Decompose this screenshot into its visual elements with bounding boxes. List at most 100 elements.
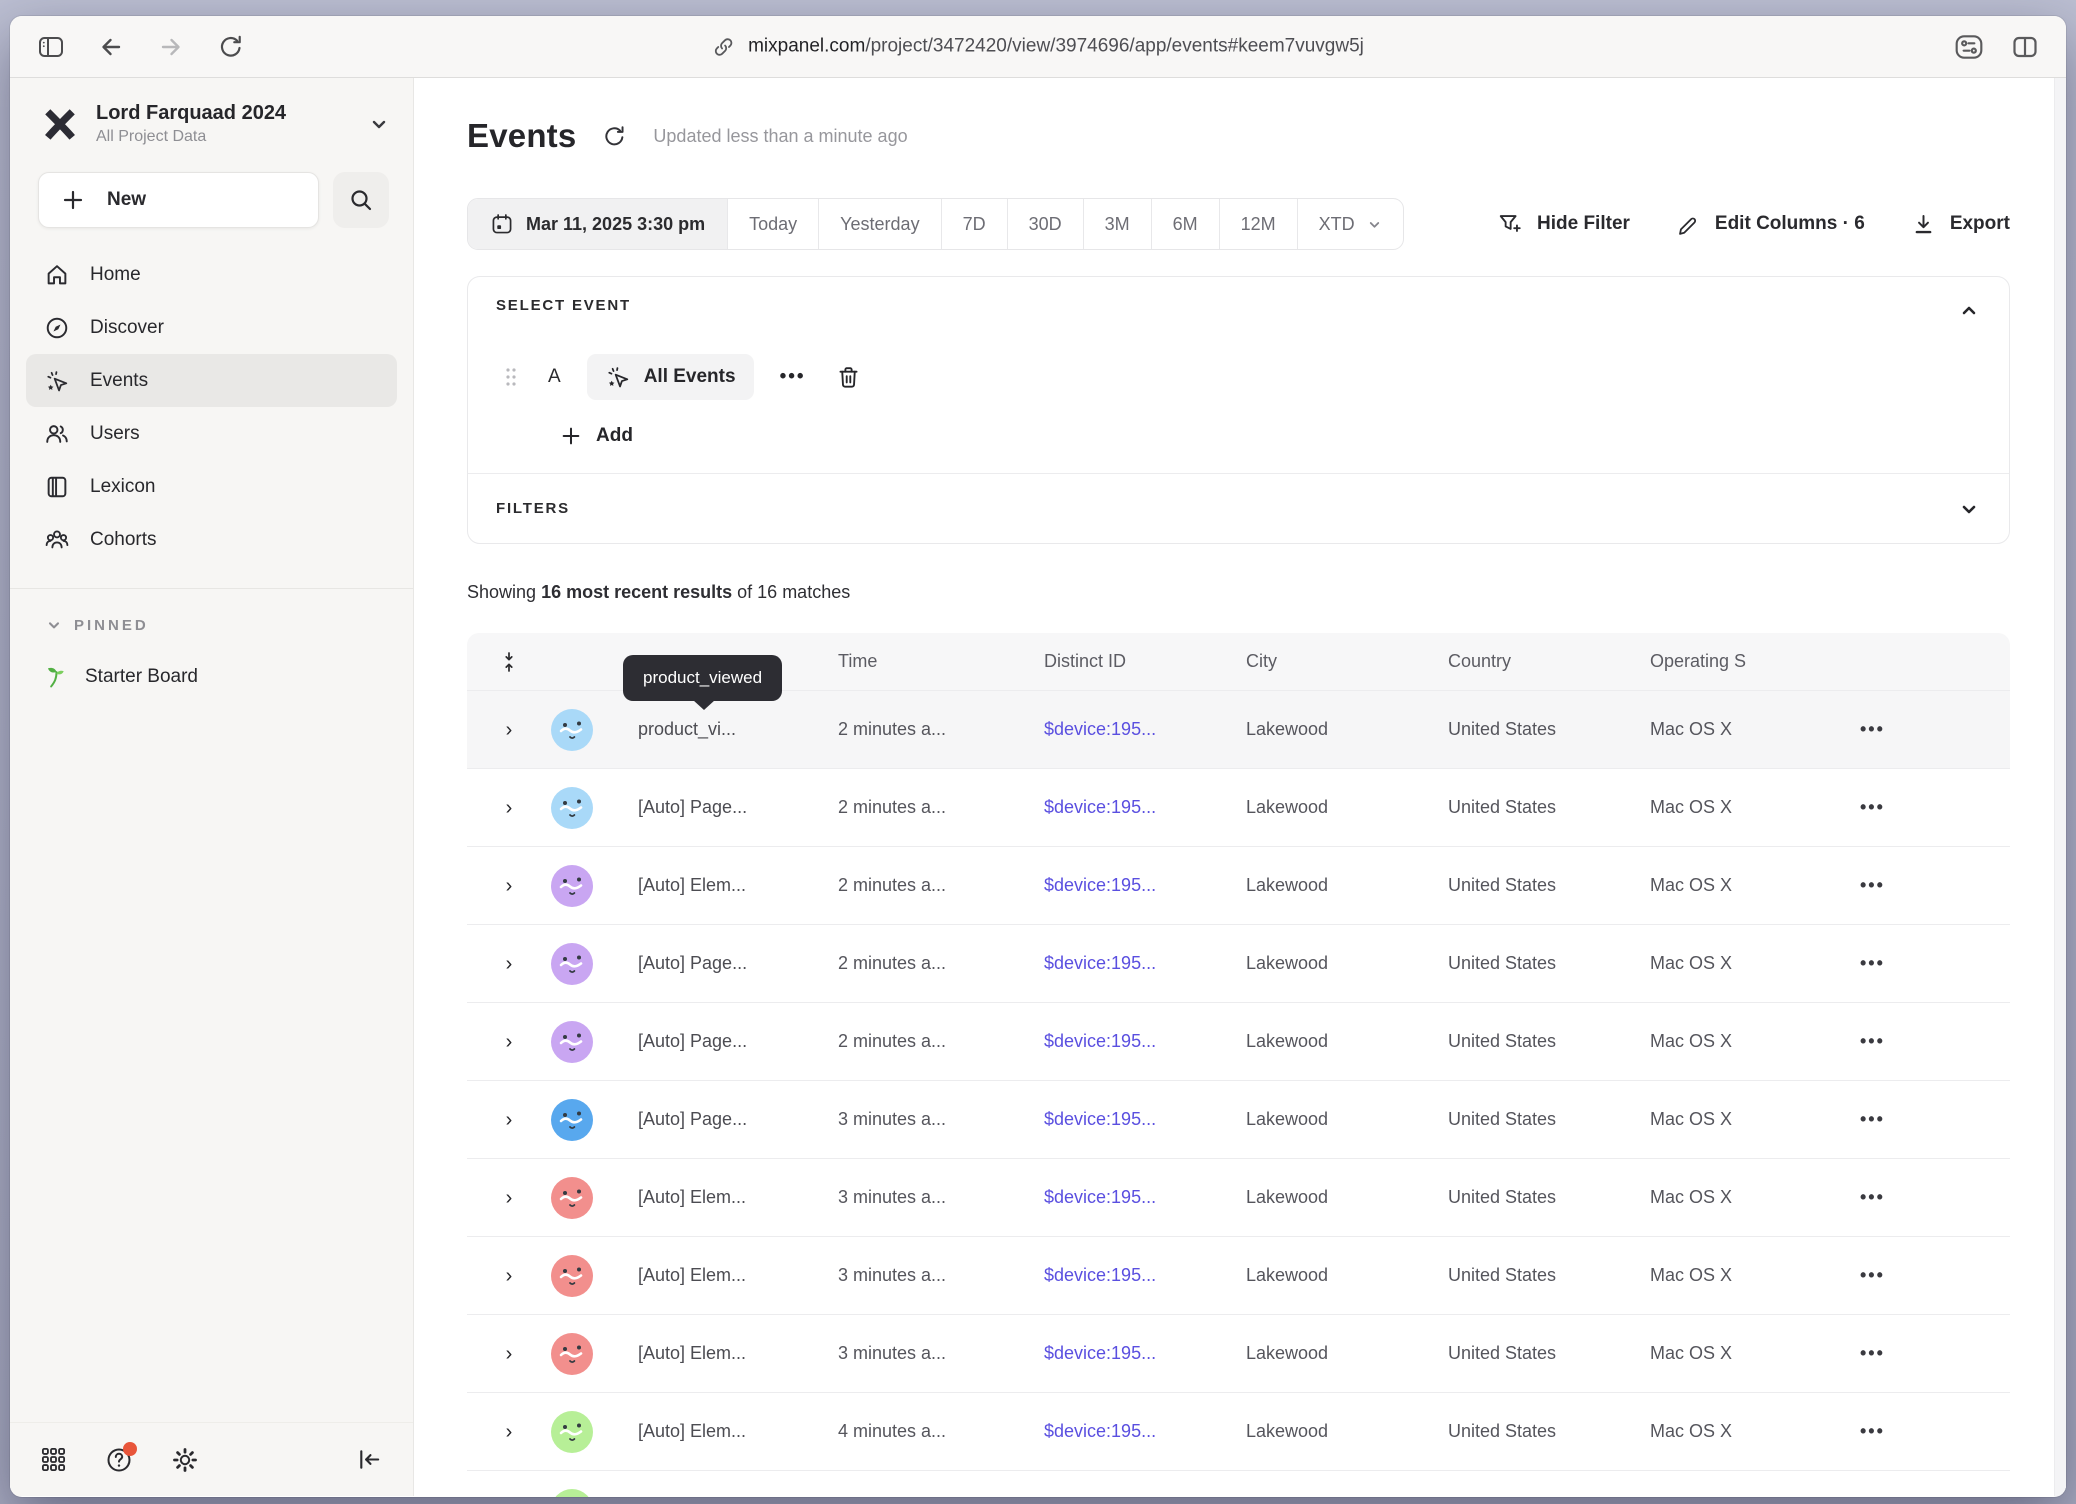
event-more-button[interactable]: ••• bbox=[780, 366, 806, 388]
row-menu-button[interactable]: ••• bbox=[1842, 953, 1885, 974]
sidebar-item-discover[interactable]: Discover bbox=[26, 301, 397, 354]
city-cell: Lakewood bbox=[1246, 953, 1448, 974]
pinned-section-header[interactable]: PINNED bbox=[10, 607, 413, 643]
chevron-up-icon[interactable] bbox=[1959, 301, 1979, 321]
row-menu-button[interactable]: ••• bbox=[1842, 1421, 1885, 1442]
filters-section[interactable]: FILTERS bbox=[468, 473, 2009, 543]
edit-columns-button[interactable]: Edit Columns · 6 bbox=[1676, 212, 1865, 237]
project-switcher[interactable]: Lord Farquaad 2024 All Project Data bbox=[40, 102, 389, 146]
new-button-label: New bbox=[107, 189, 146, 211]
range-7d[interactable]: 7D bbox=[941, 199, 1007, 249]
hide-filter-button[interactable]: Hide Filter bbox=[1497, 211, 1630, 237]
calendar-icon bbox=[490, 212, 514, 236]
distinct-id-link[interactable]: $device:195... bbox=[1044, 1421, 1246, 1442]
distinct-id-link[interactable]: $device:195... bbox=[1044, 875, 1246, 896]
sidebar-item-home[interactable]: Home bbox=[26, 248, 397, 301]
country-cell: United States bbox=[1448, 719, 1650, 740]
distinct-id-link[interactable]: $device:195... bbox=[1044, 953, 1246, 974]
range-xtd[interactable]: XTD bbox=[1297, 199, 1403, 249]
export-button[interactable]: Export bbox=[1911, 212, 2010, 237]
search-icon bbox=[348, 187, 374, 213]
sidebar-item-starter-board[interactable]: Starter Board bbox=[26, 651, 397, 703]
row-menu-button[interactable]: ••• bbox=[1842, 1265, 1885, 1286]
row-menu-button[interactable]: ••• bbox=[1842, 719, 1885, 740]
sidebar-item-users[interactable]: Users bbox=[26, 407, 397, 460]
distinct-id-link[interactable]: $device:195... bbox=[1044, 1343, 1246, 1364]
expand-row-chevron-icon[interactable]: › bbox=[506, 1110, 513, 1130]
expand-row-chevron-icon[interactable]: › bbox=[506, 1266, 513, 1286]
drag-handle-icon[interactable] bbox=[504, 366, 518, 388]
expand-row-chevron-icon[interactable]: › bbox=[506, 720, 513, 740]
table-row[interactable]: › [Auto] Elem... 3 minutes a... $device:… bbox=[467, 1315, 2010, 1393]
range-12m[interactable]: 12M bbox=[1219, 199, 1297, 249]
range-3m[interactable]: 3M bbox=[1083, 199, 1151, 249]
expand-row-chevron-icon[interactable]: › bbox=[506, 1032, 513, 1052]
column-header-time[interactable]: Time bbox=[838, 651, 1044, 672]
collapse-rows-icon[interactable] bbox=[497, 650, 521, 674]
row-menu-button[interactable]: ••• bbox=[1842, 797, 1885, 818]
sidebar-item-lexicon[interactable]: Lexicon bbox=[26, 460, 397, 513]
distinct-id-link[interactable]: $device:195... bbox=[1044, 797, 1246, 818]
table-row[interactable]: › [Auto] Elem... 3 minutes a... $device:… bbox=[467, 1159, 2010, 1237]
city-cell: Lakewood bbox=[1246, 1421, 1448, 1442]
apps-grid-icon[interactable] bbox=[40, 1446, 67, 1473]
column-header-distinct-id[interactable]: Distinct ID bbox=[1044, 651, 1246, 672]
range-30d[interactable]: 30D bbox=[1007, 199, 1083, 249]
reload-icon[interactable] bbox=[216, 32, 246, 62]
help-button[interactable] bbox=[105, 1446, 133, 1474]
table-row[interactable]: › [Auto] Elem... 2 minutes a... $device:… bbox=[467, 847, 2010, 925]
event-picker-button[interactable]: All Events bbox=[587, 354, 754, 400]
split-view-icon[interactable] bbox=[2010, 32, 2040, 62]
expand-row-chevron-icon[interactable]: › bbox=[506, 1188, 513, 1208]
sidebar-item-events[interactable]: Events bbox=[26, 354, 397, 407]
row-menu-button[interactable]: ••• bbox=[1842, 875, 1885, 896]
range-xtd-label: XTD bbox=[1319, 214, 1355, 235]
event-row: A All Events ••• bbox=[496, 354, 1981, 400]
sidebar-item-label: Discover bbox=[90, 317, 164, 339]
column-header-city[interactable]: City bbox=[1246, 651, 1448, 672]
expand-row-chevron-icon[interactable]: › bbox=[506, 954, 513, 974]
distinct-id-link[interactable]: $device:195... bbox=[1044, 719, 1246, 740]
collapse-sidebar-icon[interactable] bbox=[356, 1446, 383, 1473]
expand-row-chevron-icon[interactable]: › bbox=[506, 798, 513, 818]
chevron-down-icon[interactable] bbox=[1959, 499, 1979, 519]
back-icon[interactable] bbox=[96, 32, 126, 62]
hide-filter-label: Hide Filter bbox=[1537, 213, 1630, 235]
table-row[interactable]: › [Auto] Elem... 4 minutes a... $device:… bbox=[467, 1393, 2010, 1471]
column-header-country[interactable]: Country bbox=[1448, 651, 1650, 672]
refresh-icon[interactable] bbox=[602, 124, 627, 149]
range-today[interactable]: Today bbox=[727, 199, 818, 249]
table-row[interactable]: › [Auto] Page... 2 minutes a... $device:… bbox=[467, 769, 2010, 847]
table-row[interactable]: › [Auto] Elem... 3 minutes a... $device:… bbox=[467, 1237, 2010, 1315]
range-6m[interactable]: 6M bbox=[1151, 199, 1219, 249]
table-row[interactable]: › [Auto] Page... 3 minutes a... $device:… bbox=[467, 1081, 2010, 1159]
column-header-os[interactable]: Operating S bbox=[1650, 651, 1842, 672]
expand-row-chevron-icon[interactable]: › bbox=[506, 876, 513, 896]
expand-row-chevron-icon[interactable]: › bbox=[506, 1422, 513, 1442]
search-button[interactable] bbox=[333, 172, 389, 228]
row-menu-button[interactable]: ••• bbox=[1842, 1343, 1885, 1364]
distinct-id-link[interactable]: $device:195... bbox=[1044, 1187, 1246, 1208]
distinct-id-link[interactable]: $device:195... bbox=[1044, 1265, 1246, 1286]
row-menu-button[interactable]: ••• bbox=[1842, 1187, 1885, 1208]
lexicon-book-icon bbox=[44, 474, 70, 500]
new-button[interactable]: New bbox=[38, 172, 319, 228]
scrollbar[interactable] bbox=[2054, 78, 2066, 1496]
row-menu-button[interactable]: ••• bbox=[1842, 1031, 1885, 1052]
table-row[interactable]: › [Auto] Page... 2 minutes a... $device:… bbox=[467, 1003, 2010, 1081]
sidebar-toggle-icon[interactable] bbox=[36, 32, 66, 62]
add-event-button[interactable]: Add bbox=[560, 418, 633, 454]
url-bar[interactable]: mixpanel.com/project/3472420/view/397469… bbox=[712, 35, 1364, 58]
range-yesterday[interactable]: Yesterday bbox=[818, 199, 940, 249]
distinct-id-link[interactable]: $device:195... bbox=[1044, 1031, 1246, 1052]
row-menu-button[interactable]: ••• bbox=[1842, 1109, 1885, 1130]
trash-icon[interactable] bbox=[836, 365, 861, 390]
sidebar-item-cohorts[interactable]: Cohorts bbox=[26, 513, 397, 566]
extensions-icon[interactable] bbox=[1954, 32, 1984, 62]
date-picker-button[interactable]: Mar 11, 2025 3:30 pm bbox=[468, 199, 727, 249]
distinct-id-link[interactable]: $device:195... bbox=[1044, 1109, 1246, 1130]
settings-gear-icon[interactable] bbox=[171, 1446, 199, 1474]
expand-row-chevron-icon[interactable]: › bbox=[506, 1344, 513, 1364]
time-cell: 2 minutes a... bbox=[838, 797, 1044, 818]
table-row[interactable]: › [Auto] Page... 2 minutes a... $device:… bbox=[467, 925, 2010, 1003]
